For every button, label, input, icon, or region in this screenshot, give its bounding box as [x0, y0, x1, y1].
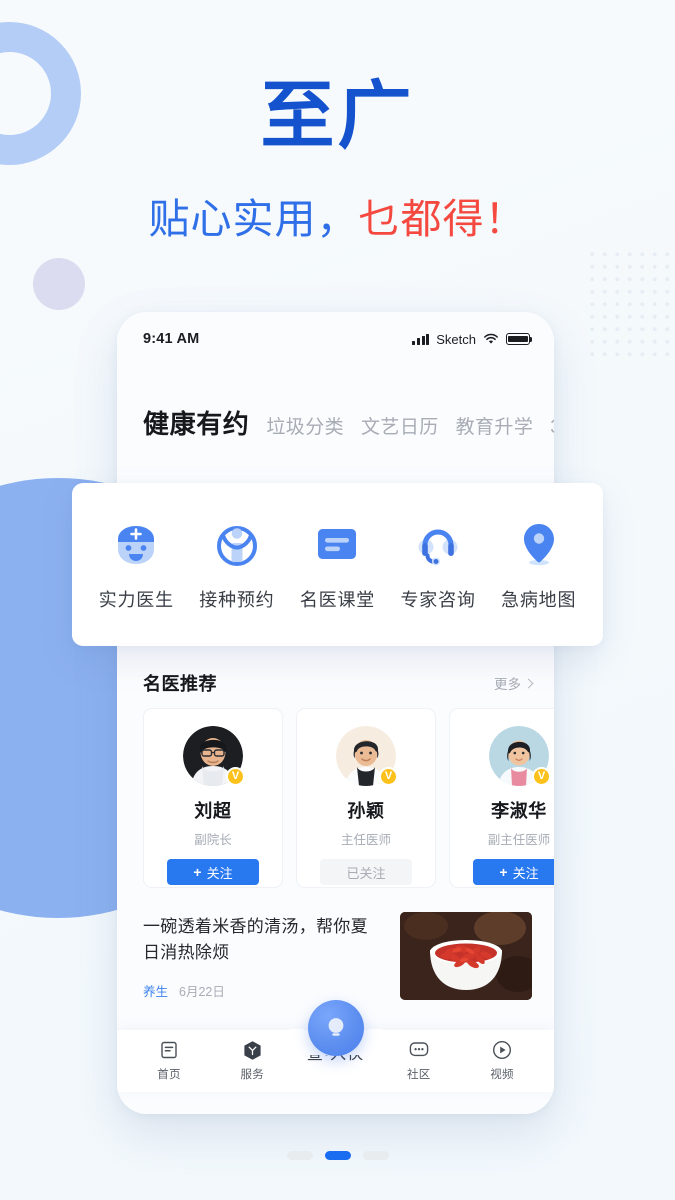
- doctor-name: 刘超: [194, 801, 232, 821]
- tab-garbage[interactable]: 垃圾分类: [266, 412, 344, 439]
- tab-overflow[interactable]: 37/: [550, 417, 554, 439]
- page-dot[interactable]: [286, 1151, 313, 1160]
- verified-badge: V: [532, 767, 551, 786]
- doctor-role: 主任医师: [340, 833, 391, 847]
- follow-button[interactable]: 已关注: [320, 859, 412, 885]
- avatar-wrapper: V: [183, 726, 245, 786]
- follow-button[interactable]: + 关注: [473, 859, 554, 885]
- article-thumbnail: [400, 912, 532, 1000]
- map-pin-icon: [512, 517, 566, 571]
- doctor-role: 副院长: [194, 833, 232, 847]
- status-bar-time: 9:41 AM: [143, 331, 200, 347]
- article-list-item[interactable]: 一碗透着米香的清汤，帮你夏日消热除烦 养生 6月22日: [143, 912, 532, 1000]
- decorative-lavender-circle: [33, 258, 85, 310]
- plus-icon: +: [193, 864, 202, 880]
- tab-health-label: 健康有约: [143, 409, 250, 439]
- wifi-icon: [484, 333, 498, 344]
- quick-actions-card[interactable]: 实力医生 接种预约 名医课堂 专家咨询 急病地图: [72, 483, 603, 646]
- tab-health[interactable]: 健康有约: [143, 404, 249, 441]
- tab-calendar[interactable]: 文艺日历: [361, 412, 439, 439]
- doctor-card[interactable]: V 孙颖 主任医师 已关注: [296, 708, 436, 888]
- nav-label-community: 社区: [406, 1069, 431, 1081]
- doctor-face-icon: [109, 517, 163, 571]
- course-document-icon: [310, 517, 364, 571]
- headset-icon: [411, 517, 465, 571]
- promo-subtitle: 贴心实用，乜都得！: [0, 196, 675, 242]
- quick-action-label: 急病地图: [501, 590, 577, 610]
- page-dot[interactable]: [362, 1151, 389, 1160]
- plus-icon: +: [499, 864, 508, 880]
- article-date: 6月22日: [179, 984, 225, 999]
- status-bar: 9:41 AM Sketch: [117, 312, 554, 354]
- quick-action-vaccination[interactable]: 接种预约: [189, 517, 285, 612]
- doctor-card-list[interactable]: V 刘超 副院长 + 关注 V 孙颖 主任医师 已关注 V 李淑华 副主任医师 …: [143, 708, 554, 888]
- signal-bars-icon: [412, 333, 430, 345]
- promo-headline: 至广: [260, 74, 415, 157]
- quick-action-doctor[interactable]: 实力医生: [88, 517, 184, 612]
- nav-item-service[interactable]: 服务: [224, 1039, 280, 1082]
- nav-item-home[interactable]: 首页: [141, 1039, 197, 1082]
- community-icon: [408, 1039, 430, 1061]
- idea-bulb-icon: [328, 1018, 343, 1036]
- follow-button-label: 关注: [206, 865, 233, 881]
- quick-action-course[interactable]: 名医课堂: [289, 517, 385, 612]
- follow-button-label: 已关注: [346, 865, 386, 881]
- nav-label-video: 视频: [490, 1069, 514, 1081]
- promo-subtitle-red: 乜都得！: [358, 196, 527, 242]
- quick-action-label: 实力医生: [98, 590, 174, 610]
- follow-button-label: 关注: [512, 865, 539, 881]
- tab-education[interactable]: 教育升学: [456, 412, 534, 439]
- avatar-wrapper: V: [336, 726, 398, 786]
- doctor-card[interactable]: V 刘超 副院长 + 关注: [143, 708, 283, 888]
- decorative-dot-grid: [586, 248, 674, 356]
- more-label: 更多: [494, 677, 521, 692]
- doctor-name: 孙颖: [347, 801, 385, 821]
- article-text-block: 一碗透着米香的清汤，帮你夏日消热除烦 养生 6月22日: [143, 912, 384, 1000]
- battery-icon: [506, 333, 533, 345]
- page-indicator[interactable]: [0, 1151, 675, 1160]
- article-meta: 养生 6月22日: [143, 981, 384, 1000]
- category-tabs[interactable]: 健康有约 垃圾分类 文艺日历 教育升学 37/: [117, 404, 554, 441]
- quick-action-map[interactable]: 急病地图: [491, 517, 587, 612]
- doctor-role: 副主任医师: [487, 833, 551, 847]
- chevron-right-icon: [523, 678, 534, 688]
- quick-action-label: 专家咨询: [400, 590, 476, 610]
- doctor-section-more-link[interactable]: 更多: [494, 673, 534, 693]
- center-action-button[interactable]: [307, 1000, 364, 1056]
- quick-action-label: 接种预约: [199, 590, 275, 610]
- follow-button[interactable]: + 关注: [167, 859, 259, 885]
- doctor-section-title: 名医推荐: [143, 674, 217, 694]
- nav-label-home: 首页: [157, 1069, 181, 1081]
- doctor-section-header: 名医推荐 更多: [117, 670, 554, 696]
- service-hexagon-icon: [242, 1039, 263, 1061]
- home-icon: [159, 1039, 179, 1061]
- bottom-navigation-bar[interactable]: 宣·入伙 首页: [117, 1000, 554, 1092]
- vaccination-icon: [210, 517, 264, 571]
- doctor-name: 李淑华: [491, 801, 547, 821]
- quick-action-consult[interactable]: 专家咨询: [390, 517, 486, 612]
- article-tag[interactable]: 养生: [143, 981, 168, 1000]
- status-bar-indicators: Sketch: [412, 331, 533, 347]
- page-dot-active[interactable]: [324, 1151, 351, 1160]
- promo-screenshot: 至广 贴心实用，乜都得！ 9:41 AM Sketch 健康有约 垃圾分类 文艺…: [0, 0, 675, 1200]
- nav-label-service: 服务: [240, 1069, 265, 1081]
- quick-action-label: 名医课堂: [299, 590, 376, 610]
- nav-item-video[interactable]: 视频: [474, 1039, 530, 1082]
- video-play-icon: [492, 1039, 512, 1061]
- carrier-label: Sketch: [436, 331, 476, 347]
- avatar-wrapper: V: [489, 726, 551, 786]
- phone-mockup: 9:41 AM Sketch 健康有约 垃圾分类 文艺日历 教育升学 名医推荐 …: [117, 312, 554, 1114]
- verified-badge: V: [226, 767, 245, 786]
- phone-screen: 9:41 AM Sketch 健康有约 垃圾分类 文艺日历 教育升学 名医推荐 …: [117, 312, 554, 1114]
- article-title: 一碗透着米香的清汤，帮你夏日消热除烦: [143, 917, 368, 963]
- doctor-card[interactable]: V 李淑华 副主任医师 + 关注: [449, 708, 554, 888]
- verified-badge: V: [379, 767, 398, 786]
- promo-subtitle-blue: 贴心实用，: [148, 196, 359, 242]
- nav-item-community[interactable]: 社区: [391, 1039, 447, 1082]
